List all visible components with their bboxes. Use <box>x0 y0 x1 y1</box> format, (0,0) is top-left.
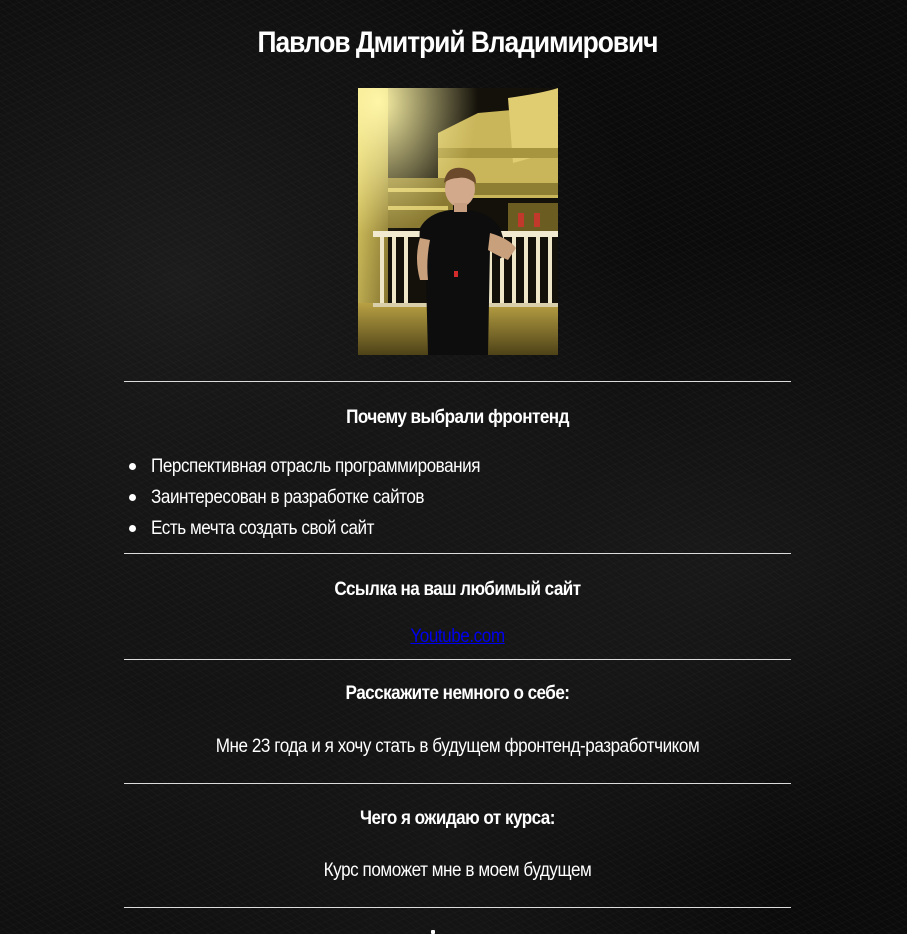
about-text: Мне 23 года и я хочу стать в будущем фро… <box>215 736 700 757</box>
divider <box>124 381 791 382</box>
profile-photo-image <box>358 88 558 355</box>
divider <box>124 659 791 660</box>
bullet-icon <box>129 494 136 501</box>
favorite-site-heading: Ссылка на ваш любимый сайт <box>334 579 581 600</box>
why-frontend-heading: Почему выбрали фронтенд <box>346 407 569 428</box>
bullet-icon <box>129 525 136 532</box>
list-item: Есть мечта создать свой сайт <box>124 516 517 547</box>
next-section-heading-fragment <box>431 930 435 934</box>
bullet-icon <box>129 463 136 470</box>
profile-photo <box>358 88 558 355</box>
why-frontend-list: Перспективная отрасль программирования З… <box>124 454 517 547</box>
divider <box>124 553 791 554</box>
list-item: Заинтересован в разработке сайтов <box>124 485 517 516</box>
list-item-label: Есть мечта создать свой сайт <box>151 518 375 539</box>
favorite-site-link[interactable]: Youtube.com <box>410 626 505 647</box>
list-item-label: Перспективная отрасль программирования <box>151 456 481 477</box>
expectations-text: Курс поможет мне в моем будущем <box>323 860 592 881</box>
favorite-site-link-wrap: Youtube.com <box>157 626 757 648</box>
about-heading: Расскажите немного о себе: <box>345 683 570 704</box>
divider <box>124 907 791 908</box>
list-item-label: Заинтересован в разработке сайтов <box>151 487 425 508</box>
page-title: Павлов Дмитрий Владимирович <box>257 26 659 59</box>
expectations-heading: Чего я ожидаю от курса: <box>360 808 555 829</box>
list-item: Перспективная отрасль программирования <box>124 454 517 485</box>
divider <box>124 783 791 784</box>
